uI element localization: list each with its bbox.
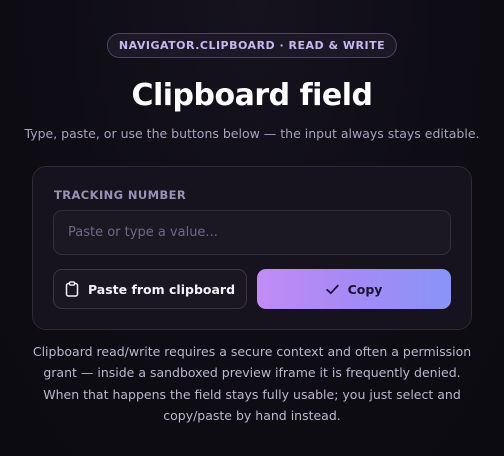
copy-button[interactable]: Copy xyxy=(257,269,451,309)
clipboard-permission-note: Clipboard read/write requires a secure c… xyxy=(32,344,472,423)
copy-button-label: Copy xyxy=(347,281,383,297)
clipboard-card: TRACKING NUMBER Paste from clipboard Cop… xyxy=(32,166,472,330)
page-subtitle: Type, paste, or use the buttons below — … xyxy=(24,126,480,141)
page-title: Clipboard field xyxy=(131,78,373,113)
tracking-number-label: TRACKING NUMBER xyxy=(54,188,187,202)
paste-from-clipboard-button[interactable]: Paste from clipboard xyxy=(53,269,247,309)
paste-button-label: Paste from clipboard xyxy=(87,281,236,297)
check-icon xyxy=(325,284,339,295)
tracking-number-input[interactable] xyxy=(53,210,451,255)
api-badge: NAVIGATOR.CLIPBOARD · READ & WRITE xyxy=(106,33,398,58)
page: NAVIGATOR.CLIPBOARD · READ & WRITE Clipb… xyxy=(0,0,504,456)
clipboard-icon xyxy=(65,281,79,297)
